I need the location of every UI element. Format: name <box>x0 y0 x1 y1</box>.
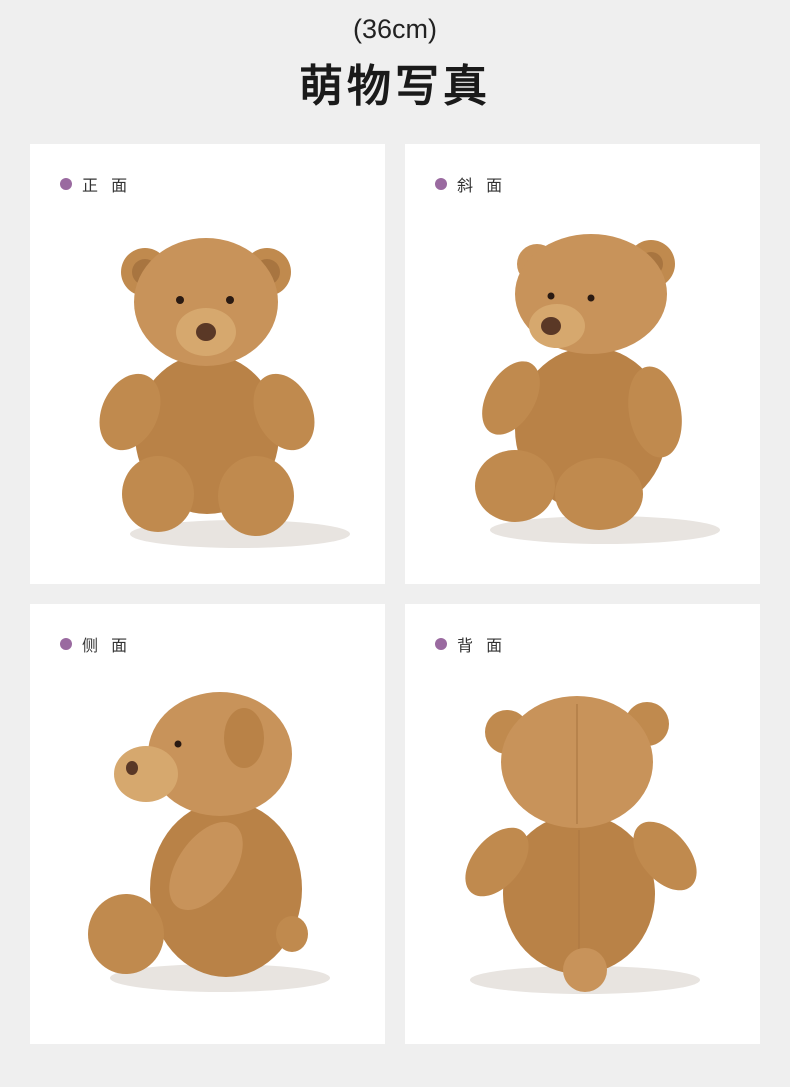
photo-card-side: 侧 面 <box>30 604 385 1044</box>
bear-angle-photo <box>475 234 720 544</box>
photo-card-back: 背 面 <box>405 604 760 1044</box>
bear-side-photo <box>88 692 330 992</box>
photo-card-front: 正 面 <box>30 144 385 584</box>
photo-card-angle: 斜 面 <box>405 144 760 584</box>
size-label: (36cm) <box>352 14 437 44</box>
bear-back-photo <box>465 696 700 994</box>
bear-front-photo <box>99 238 350 548</box>
page-title: 萌物写真 <box>299 61 491 112</box>
